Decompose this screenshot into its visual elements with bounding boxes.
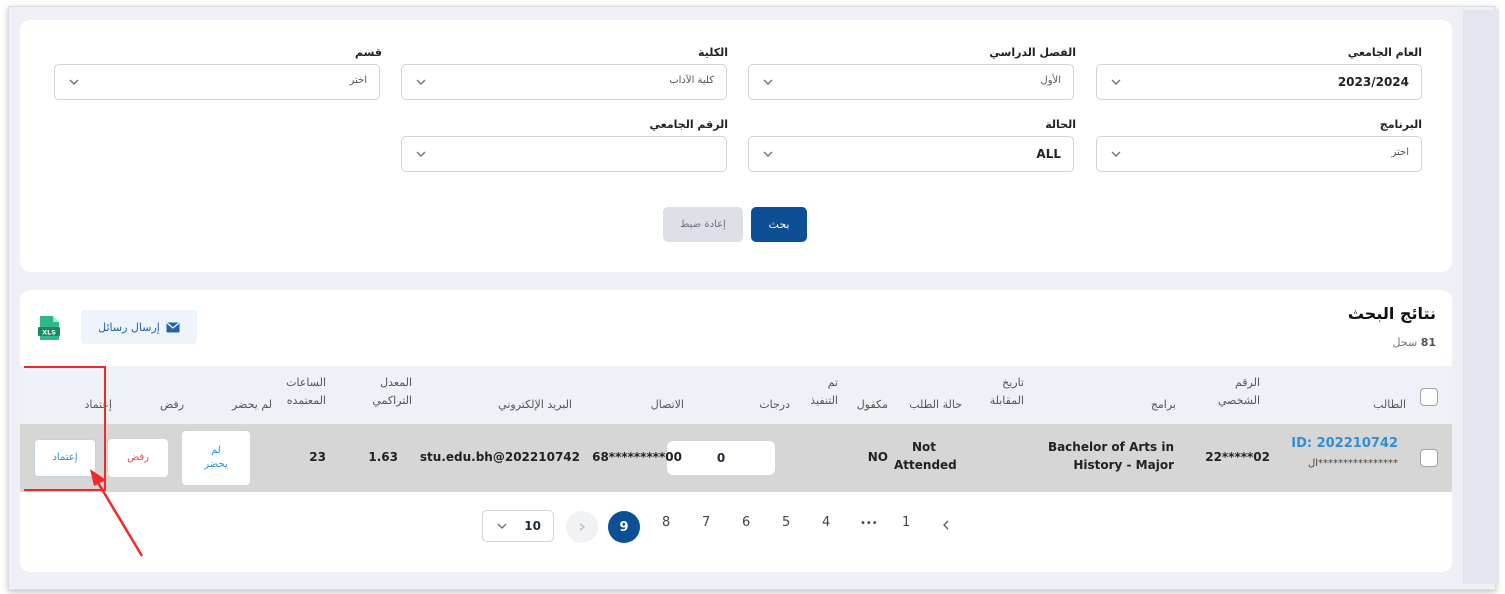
col-gpa: المعدل التراكمي xyxy=(372,376,412,407)
chevron-down-icon xyxy=(763,151,773,157)
email-value: stu.edu.bh@202210742 xyxy=(419,450,580,464)
department-label: قسم xyxy=(354,46,382,59)
status-value: ALL xyxy=(1036,147,1061,161)
semester-value: الأول xyxy=(1040,75,1061,86)
results-count: 81 سجل xyxy=(1393,336,1436,349)
col-grades: درجات xyxy=(759,398,790,411)
send-messages-button[interactable]: إرسال رسائل xyxy=(81,310,197,344)
table-row: ID: 202210742 ال**************** 22*****… xyxy=(20,424,1452,492)
department-select[interactable]: اختر xyxy=(54,64,380,100)
page-button[interactable]: 7 xyxy=(702,515,710,530)
contact-value: 68*********00 xyxy=(592,450,682,464)
chevron-down-icon xyxy=(763,79,773,85)
university-id-select[interactable] xyxy=(401,136,727,172)
status-select[interactable]: ALL xyxy=(748,136,1074,172)
academic-year-select[interactable]: 2023/2024 xyxy=(1096,64,1422,100)
xls-icon[interactable]: XLS xyxy=(37,315,61,341)
svg-text:XLS: XLS xyxy=(42,329,56,337)
page-button-active[interactable]: 9 xyxy=(608,511,640,543)
row-checkbox[interactable] xyxy=(1420,449,1438,467)
personal-id-value: 22*****02 xyxy=(1205,450,1270,464)
table-header: الطالب الرقم الشخصي برامج تاريخ المقابلة… xyxy=(20,366,1452,424)
annotation-arrow-icon xyxy=(90,469,144,557)
gpa-value: 1.63 xyxy=(368,450,398,464)
page-button[interactable]: 5 xyxy=(782,515,790,530)
col-request-status: حالة الطلب xyxy=(909,398,962,411)
page-button[interactable]: 1 xyxy=(902,515,910,530)
results-panel: نتائج البحث 81 سجل إرسال رسائل XLS الطال… xyxy=(20,290,1452,572)
sponsored-value: NO xyxy=(867,450,888,464)
grade-input[interactable]: 0 xyxy=(667,441,775,475)
college-value: كلية الآداب xyxy=(669,75,714,86)
col-credit-hours: الساعات المعتمده xyxy=(286,376,326,407)
university-id-label: الرقم الجامعي xyxy=(649,118,728,131)
reset-button[interactable]: إعادة ضبط xyxy=(663,207,743,242)
col-programs: برامج xyxy=(1150,398,1176,411)
chevron-down-icon xyxy=(497,523,507,529)
results-count-number: 81 xyxy=(1420,336,1436,349)
chevron-left-icon[interactable] xyxy=(940,518,952,532)
college-select[interactable]: كلية الآداب xyxy=(401,64,727,100)
student-id-link[interactable]: ID: 202210742 xyxy=(1291,436,1398,451)
chevron-down-icon xyxy=(1111,151,1121,157)
semester-select[interactable]: الأول xyxy=(748,64,1074,100)
college-label: الكلية xyxy=(698,46,728,59)
col-sponsored: مكفول xyxy=(856,398,888,411)
program-label: البرنامج xyxy=(1379,118,1422,131)
credit-hours-value: 23 xyxy=(309,450,326,464)
next-page-button[interactable] xyxy=(566,511,598,543)
col-executed: تم التنفيذ xyxy=(810,376,838,407)
academic-year-value: 2023/2024 xyxy=(1337,75,1409,89)
absent-button[interactable]: لم يحضر xyxy=(182,431,250,485)
col-interview-date: تاريخ المقابلة xyxy=(989,376,1024,407)
chevron-down-icon xyxy=(416,151,426,157)
col-contact: الاتصال xyxy=(650,398,684,411)
col-student: الطالب xyxy=(1373,398,1406,411)
chevron-down-icon xyxy=(416,79,426,85)
col-reject: رفض xyxy=(159,398,184,411)
request-status-value: Not Attended xyxy=(894,440,957,472)
page-button[interactable]: 6 xyxy=(742,515,750,530)
page-ellipsis: ••• xyxy=(860,518,878,529)
semester-label: الفصل الدراسي xyxy=(989,46,1076,59)
col-personal-id: الرقم الشخصي xyxy=(1217,376,1260,407)
chevron-right-icon xyxy=(579,523,586,531)
page-size-value: 10 xyxy=(524,519,541,533)
academic-year-label: العام الجامعي xyxy=(1347,46,1422,59)
results-count-unit: سجل xyxy=(1392,336,1418,349)
chevron-down-icon xyxy=(1111,79,1121,85)
program-select[interactable]: اختر xyxy=(1096,136,1422,172)
select-all-checkbox[interactable] xyxy=(1420,388,1438,406)
results-title: نتائج البحث xyxy=(1347,304,1436,323)
page-button[interactable]: 4 xyxy=(822,515,830,530)
program-value: اختر xyxy=(1391,147,1410,158)
col-email: البريد الإلكتروني xyxy=(498,398,572,411)
col-absent: لم يحضر xyxy=(232,398,272,411)
program-value: Bachelor of Arts in History - Major xyxy=(1047,440,1174,472)
send-messages-label: إرسال رسائل xyxy=(98,320,160,334)
page-scrollbar[interactable] xyxy=(1463,10,1499,584)
envelope-icon xyxy=(166,322,180,332)
filters-panel: العام الجامعي الفصل الدراسي الكلية قسم 2… xyxy=(20,20,1452,272)
page-button[interactable]: 8 xyxy=(662,515,670,530)
page-size-select[interactable]: 10 xyxy=(482,510,554,542)
department-value: اختر xyxy=(349,75,368,86)
chevron-down-icon xyxy=(69,79,79,85)
status-label: الحالة xyxy=(1045,118,1076,131)
search-button[interactable]: بحث xyxy=(751,207,807,242)
student-name: ال**************** xyxy=(1307,458,1398,469)
